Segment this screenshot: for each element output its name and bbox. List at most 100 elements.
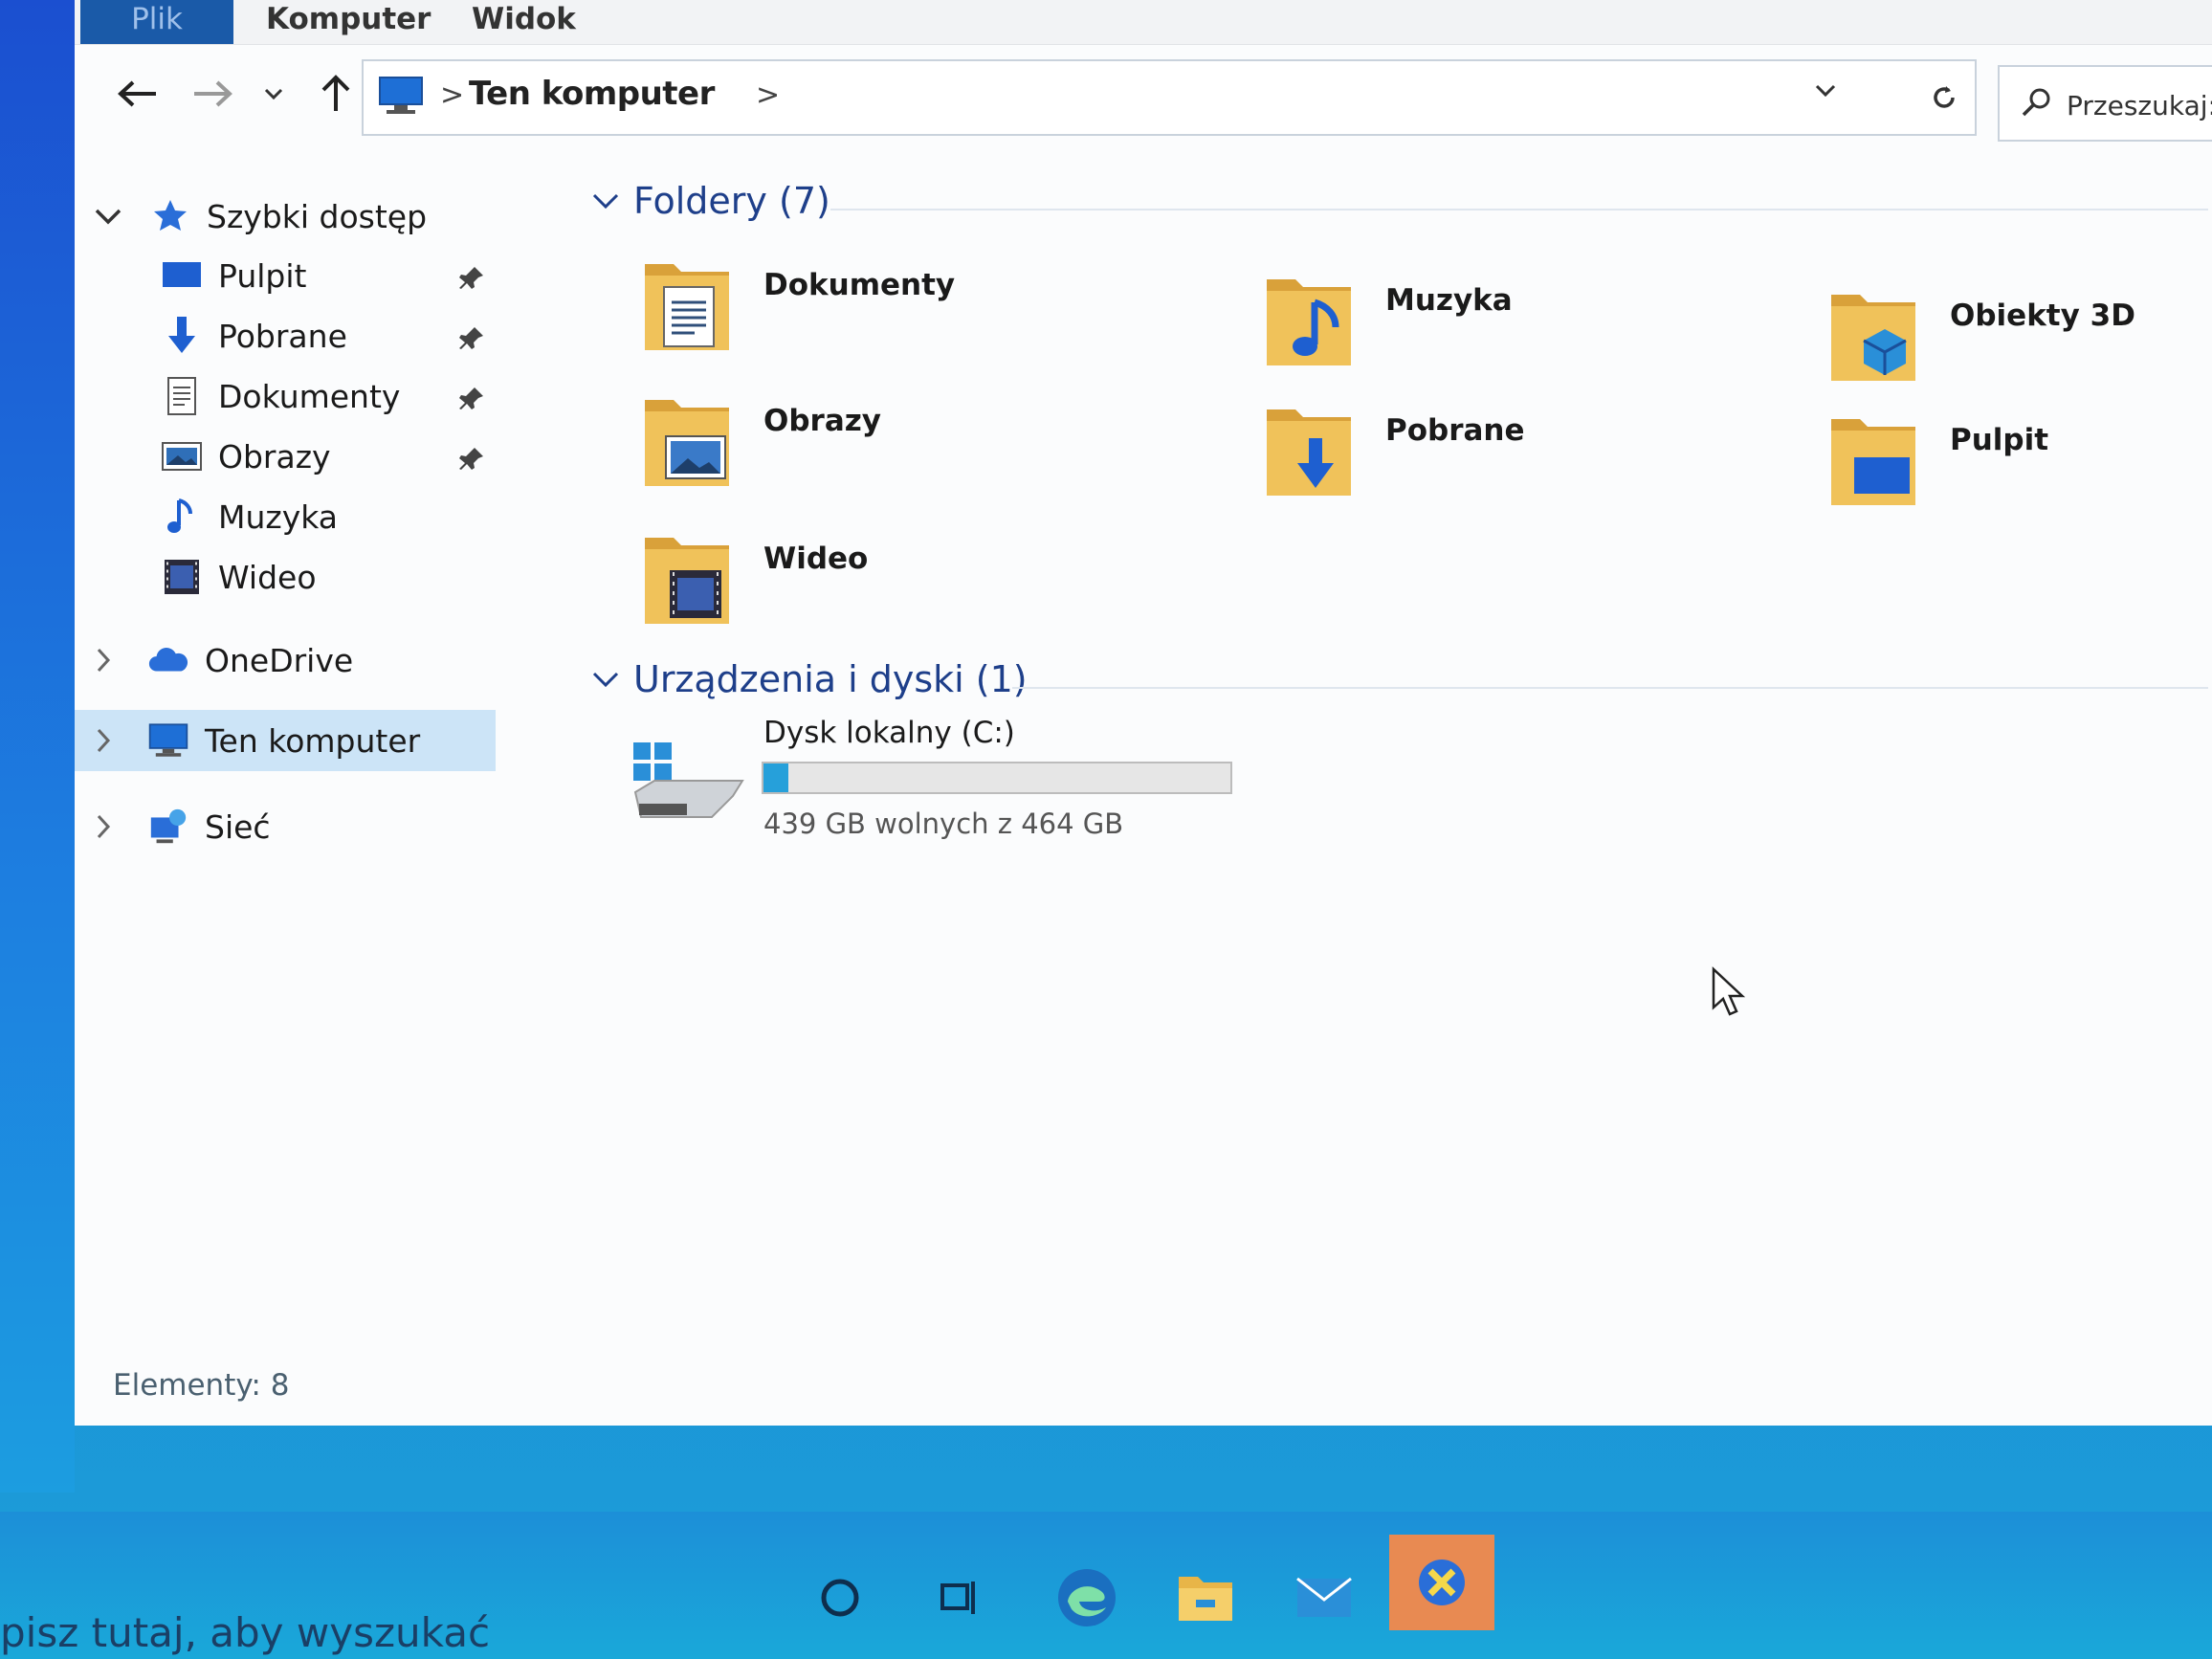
app-x-icon	[1419, 1559, 1465, 1605]
drive-free-space: 439 GB wolnych z 464 GB	[763, 807, 1124, 840]
chevron-right-icon[interactable]	[94, 646, 113, 675]
tile-label: Wideo	[763, 542, 869, 576]
pictures-folder-icon	[639, 390, 744, 496]
sidebar-item-obrazy[interactable]: Obrazy	[161, 430, 331, 483]
refresh-icon	[1934, 86, 1955, 108]
taskbar: pisz tutaj, aby wyszukać	[0, 1512, 2212, 1659]
hard-drive-icon	[633, 742, 744, 818]
taskbar-mail[interactable]	[1286, 1559, 1362, 1636]
star-icon	[149, 197, 191, 235]
chevron-down-icon	[592, 672, 619, 688]
tab-plik[interactable]: Plik	[80, 0, 233, 44]
search-placeholder: Przeszukaj: Ten komputer	[2067, 90, 2212, 122]
sidebar-item-onedrive[interactable]: OneDrive	[94, 633, 353, 687]
group-header-folders[interactable]: Foldery (7)	[591, 180, 830, 222]
pictures-icon	[161, 437, 203, 476]
task-view-button[interactable]	[922, 1559, 999, 1636]
sidebar-item-network[interactable]: Sieć	[94, 800, 271, 853]
downloads-folder-icon	[1261, 400, 1366, 505]
taskbar-file-explorer[interactable]	[1167, 1559, 1244, 1636]
circle-icon	[821, 1579, 859, 1617]
tile-label: Pobrane	[1385, 413, 1525, 448]
content-pane: Foldery (7) Dokumenty Muzyka Obiekty 3D	[515, 170, 2212, 1318]
breadcrumb-this-pc[interactable]: Ten komputer	[469, 75, 715, 113]
group-header-label: Foldery (7)	[633, 180, 830, 222]
chevron-down-icon	[264, 88, 283, 100]
chevron-down-icon[interactable]	[1814, 82, 1837, 98]
taskbar-app-active[interactable]	[1389, 1535, 1494, 1630]
sidebar-item-this-pc[interactable]: Ten komputer	[75, 710, 496, 771]
sidebar-item-quick-access[interactable]: Szybki dostęp	[94, 189, 427, 243]
tile-label: Obiekty 3D	[1950, 299, 2135, 333]
tile-label: Dokumenty	[763, 268, 956, 302]
arrow-left-icon	[118, 80, 156, 107]
status-bar-item-count: Elementy: 8	[113, 1368, 290, 1403]
edge-browser-icon	[1058, 1569, 1116, 1626]
sidebar-item-dokumenty[interactable]: Dokumenty	[161, 369, 400, 423]
chevron-down-icon[interactable]	[94, 207, 122, 226]
tile-label: Muzyka	[1385, 283, 1513, 318]
group-divider	[830, 209, 2208, 210]
back-button[interactable]	[103, 55, 170, 132]
address-bar[interactable]: > Ten komputer >	[362, 59, 1915, 136]
computer-icon	[147, 721, 189, 760]
cortana-button[interactable]	[802, 1559, 878, 1636]
drive-usage-bar	[762, 762, 1232, 794]
chevron-right-icon[interactable]	[94, 726, 113, 755]
folder-tile-muzyka[interactable]: Muzyka	[1261, 270, 1513, 375]
desktop-background	[0, 0, 75, 1493]
music-icon	[161, 498, 203, 536]
breadcrumb-separator: >	[440, 78, 465, 112]
folder-tile-pulpit[interactable]: Pulpit	[1825, 409, 2048, 515]
tile-label: Obrazy	[763, 404, 882, 438]
sidebar-item-label: OneDrive	[205, 641, 354, 679]
folder-tile-wideo[interactable]: Wideo	[639, 528, 868, 633]
folder-tile-pobrane[interactable]: Pobrane	[1261, 400, 1525, 505]
sidebar-item-label: Szybki dostęp	[207, 197, 428, 235]
taskbar-edge[interactable]	[1049, 1559, 1125, 1636]
desktop-folder-icon	[1825, 409, 1931, 515]
folder-tile-obiekty-3d[interactable]: Obiekty 3D	[1825, 285, 2135, 390]
sidebar-item-wideo[interactable]: Wideo	[161, 550, 317, 604]
forward-button[interactable]	[180, 55, 247, 132]
tile-label: Pulpit	[1950, 423, 2049, 457]
navigation-bar: > Ten komputer > Przeszukaj: Ten kompute…	[75, 55, 2212, 170]
mail-icon	[1296, 1577, 1352, 1617]
sidebar-item-muzyka[interactable]: Muzyka	[161, 490, 338, 543]
folder-tile-obrazy[interactable]: Obrazy	[639, 390, 881, 496]
documents-folder-icon	[639, 254, 744, 360]
taskbar-search-placeholder[interactable]: pisz tutaj, aby wyszukać	[0, 1609, 490, 1656]
file-explorer-window: Plik Komputer Widok > Ten komputer > Prz…	[75, 0, 2212, 1426]
mouse-cursor-icon	[1712, 966, 1745, 1016]
breadcrumb-separator[interactable]: >	[756, 78, 780, 112]
folder-tile-dokumenty[interactable]: Dokumenty	[639, 254, 955, 360]
desktop-icon	[161, 256, 203, 295]
navigation-pane: Szybki dostęp Pulpit Pobrane Dokumenty O…	[75, 170, 496, 1318]
music-folder-icon	[1261, 270, 1366, 375]
sidebar-item-label: Obrazy	[218, 437, 331, 476]
download-icon	[161, 317, 203, 355]
search-box[interactable]: Przeszukaj: Ten komputer	[1998, 65, 2212, 142]
up-button[interactable]	[302, 55, 369, 132]
drive-label: Dysk lokalny (C:)	[763, 716, 1015, 750]
sidebar-item-pulpit[interactable]: Pulpit	[161, 249, 306, 302]
sidebar-item-label: Pobrane	[218, 317, 347, 355]
pin-icon[interactable]	[457, 264, 486, 293]
sidebar-item-label: Wideo	[218, 558, 317, 596]
video-icon	[161, 558, 203, 596]
task-view-icon	[940, 1582, 975, 1614]
ribbon-tabs: Plik Komputer Widok	[75, 0, 2212, 45]
tab-widok[interactable]: Widok	[472, 0, 576, 44]
tab-komputer[interactable]: Komputer	[266, 0, 431, 44]
chevron-down-icon	[592, 193, 619, 210]
group-header-devices[interactable]: Urządzenia i dyski (1)	[591, 658, 1028, 700]
pin-icon[interactable]	[457, 385, 486, 413]
recent-locations-button[interactable]	[254, 55, 293, 132]
pin-icon[interactable]	[457, 324, 486, 353]
chevron-right-icon[interactable]	[94, 812, 113, 841]
sidebar-item-pobrane[interactable]: Pobrane	[161, 309, 347, 363]
refresh-button[interactable]	[1913, 59, 1977, 136]
video-folder-icon	[639, 528, 744, 633]
arrow-up-icon	[321, 75, 350, 111]
pin-icon[interactable]	[457, 445, 486, 474]
